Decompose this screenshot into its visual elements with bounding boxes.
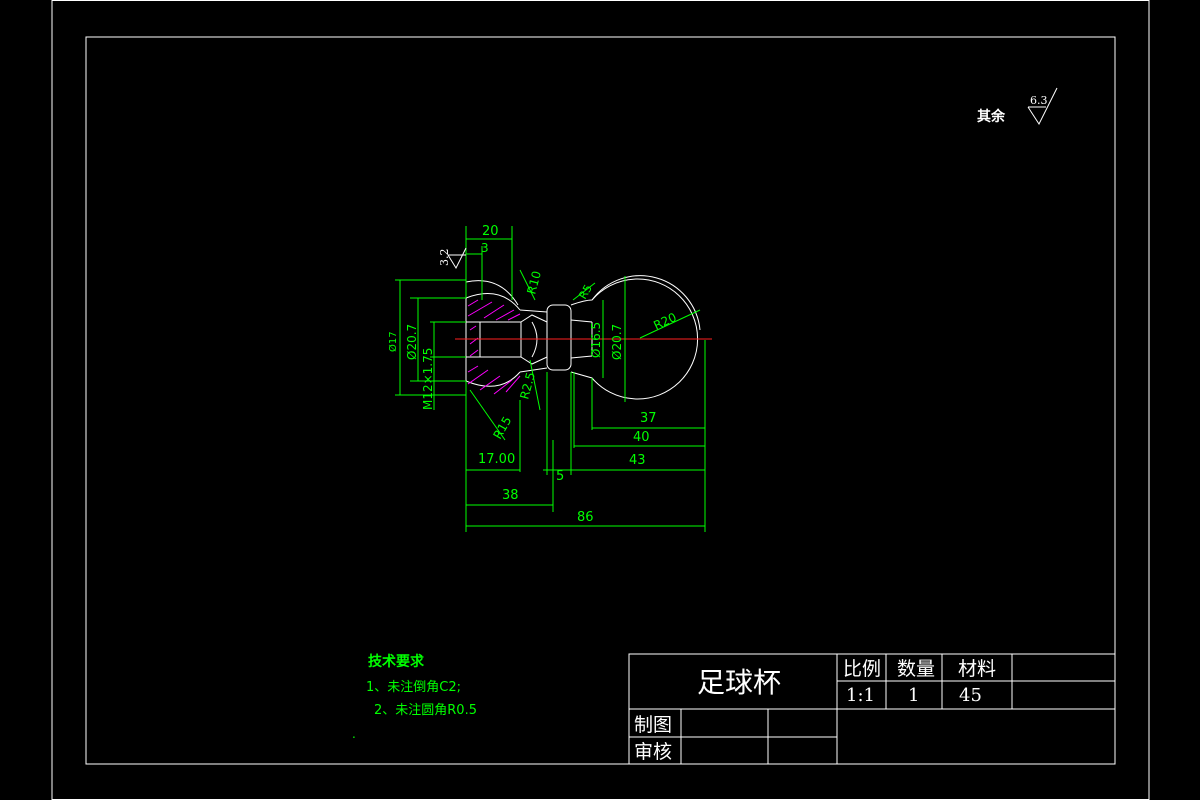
dim-phi20-7-right: Ø20.7 [610, 324, 624, 360]
section-hatching [467, 299, 521, 395]
dimension-texts: 20 3 R10 R5 R20 Ø16.5 Ø20.7 Ø20.7 Ø17 M1… [387, 224, 679, 525]
title-block: 足球杯 比例 数量 材料 1:1 1 45 制图 审核 [628, 653, 1116, 765]
dimension-lines [395, 226, 706, 532]
cad-drawing: 其余 6.3 3.2 20 3 R10 R5 R20 Ø16.5 Ø20.7 Ø… [51, 0, 1150, 800]
dim-40: 40 [633, 430, 650, 445]
roughness-mark-left: 3.2 [438, 247, 467, 270]
dim-r10: R10 [524, 269, 544, 295]
dim-38: 38 [502, 488, 519, 503]
dim-phi20-7-left: Ø20.7 [405, 324, 419, 360]
tech-requirements: 技术要求 1、未注倒角C2; 2、未注圆角R0.5 . [352, 653, 477, 741]
dim-phi16-5: Ø16.5 [589, 322, 603, 358]
surface-note-value: 6.3 [1030, 94, 1048, 107]
scale-value: 1:1 [846, 685, 875, 706]
material-value: 45 [959, 685, 982, 706]
roughness-mark-value: 3.2 [438, 249, 451, 267]
scale-label: 比例 [843, 658, 881, 680]
checked-by-label: 审核 [634, 741, 672, 763]
part-name: 足球杯 [697, 666, 781, 699]
dim-r15: R15 [490, 414, 514, 441]
tech-req-item-2: 2、未注圆角R0.5 [374, 703, 477, 718]
material-label: 材料 [958, 658, 996, 680]
tech-req-dot: . [352, 727, 356, 741]
dim-phi17: Ø17 [387, 331, 399, 352]
dim-m12: M12×1.75 [421, 348, 435, 410]
dim-86: 86 [577, 510, 594, 525]
dim-37: 37 [640, 411, 657, 426]
qty-label: 数量 [897, 658, 935, 680]
drawn-by-label: 制图 [634, 714, 672, 736]
dim-20: 20 [482, 224, 499, 239]
dim-r2-5: R2.5 [517, 371, 538, 401]
qty-value: 1 [908, 685, 919, 706]
drawing-frame [85, 36, 1116, 765]
dim-r20: R20 [651, 310, 678, 333]
dim-17-00: 17.00 [478, 452, 515, 467]
dim-3: 3 [481, 241, 489, 255]
tech-req-item-1: 1、未注倒角C2; [366, 680, 461, 695]
dim-5: 5 [556, 469, 564, 484]
dim-43: 43 [629, 453, 646, 468]
tech-req-title: 技术要求 [368, 653, 425, 670]
surface-roughness-note: 其余 6.3 [977, 87, 1058, 126]
surface-note-label: 其余 [977, 108, 1006, 125]
